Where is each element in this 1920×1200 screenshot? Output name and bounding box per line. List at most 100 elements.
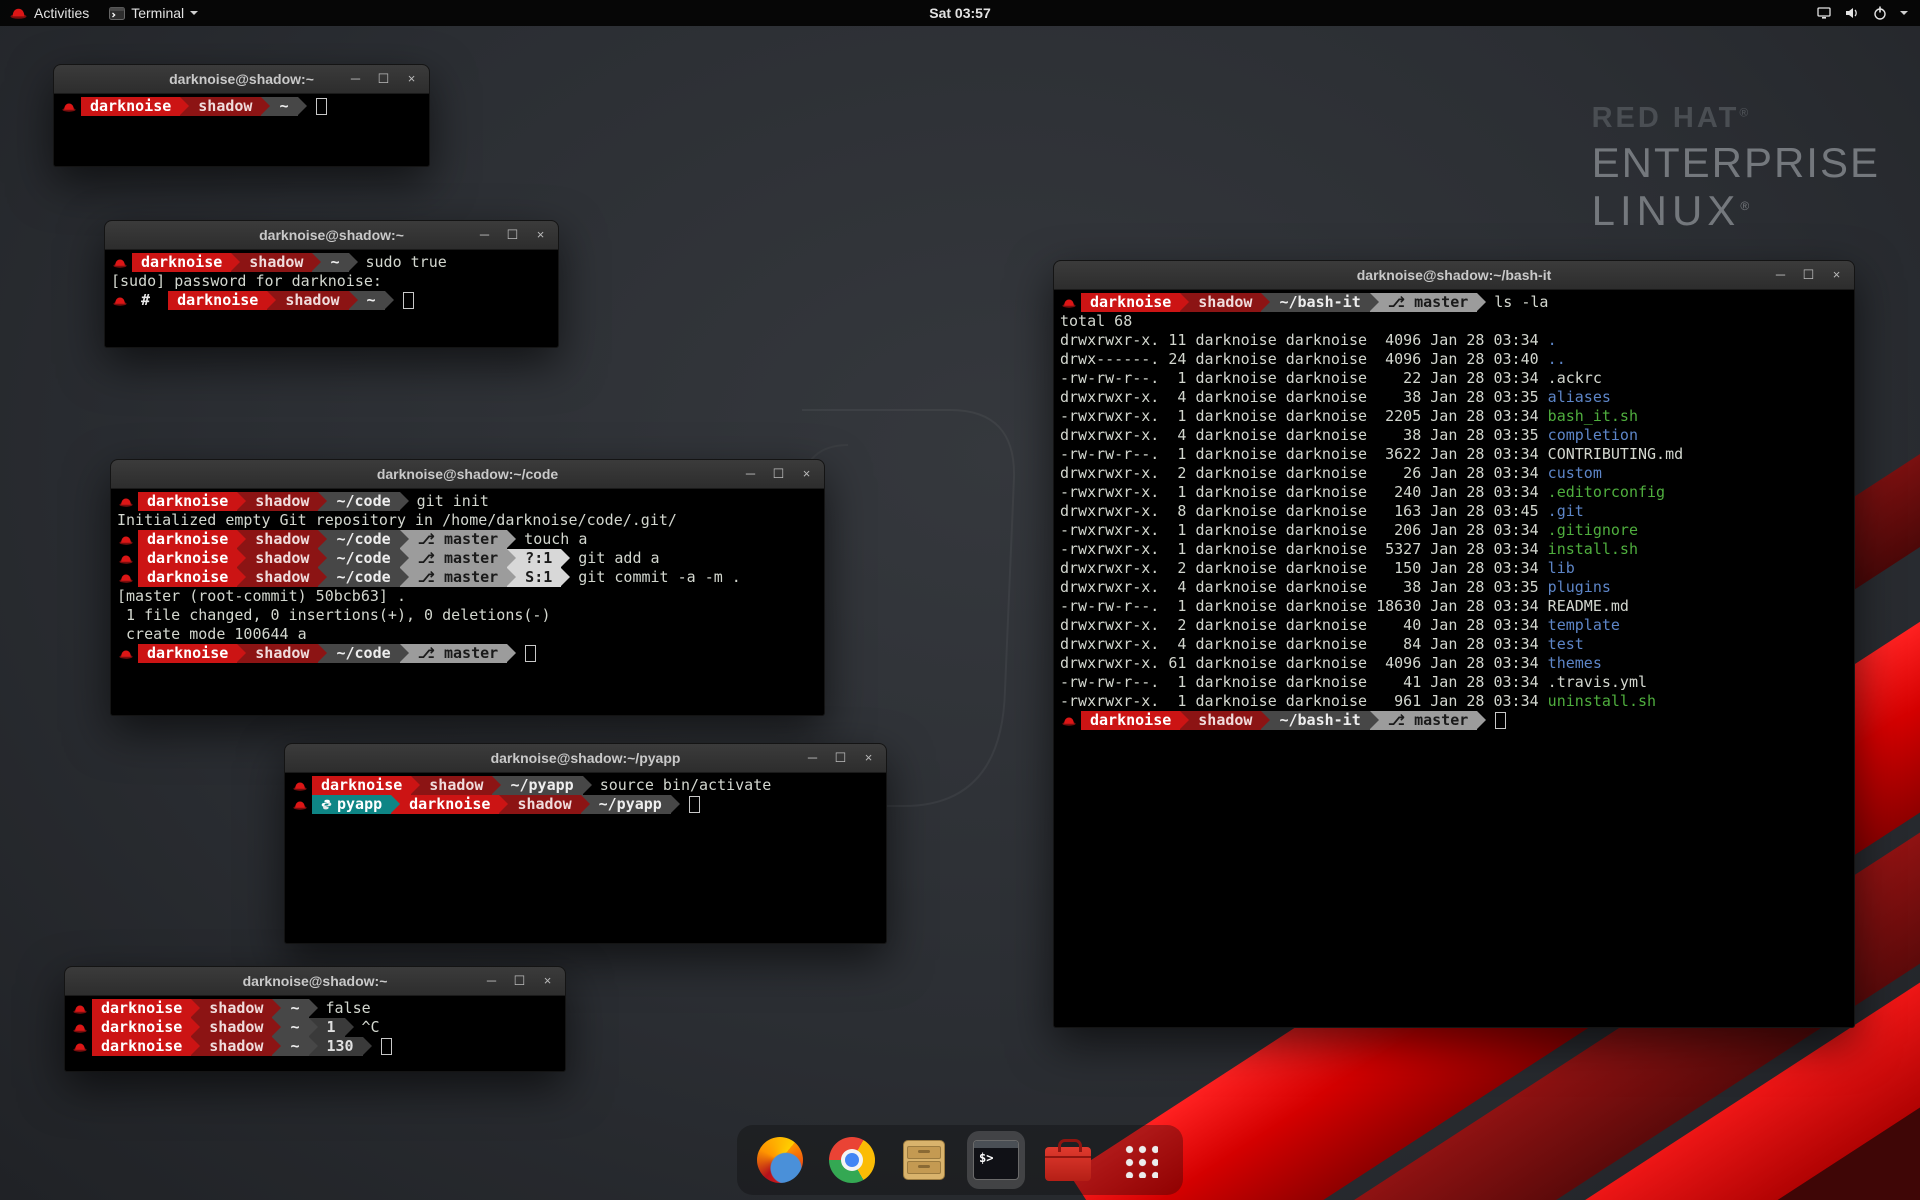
clock[interactable]: Sat 03:57 <box>929 5 990 21</box>
prompt-segment-user: darknoise <box>1081 711 1180 730</box>
titlebar[interactable]: darknoise@shadow:~/bash-it ─ ☐ × <box>1054 261 1854 290</box>
powerline-separator-icon <box>507 644 516 663</box>
minimize-button[interactable]: ─ <box>1774 261 1787 289</box>
powerline-separator-icon <box>400 530 409 549</box>
minimize-button[interactable]: ─ <box>806 744 819 772</box>
maximize-button[interactable]: ☐ <box>772 460 785 488</box>
powerline-separator-icon <box>671 795 680 814</box>
dock-item-app-grid[interactable] <box>1111 1131 1169 1189</box>
powerline-separator-icon <box>345 1018 354 1037</box>
powerline-separator-icon <box>400 644 409 663</box>
dock-item-terminal[interactable]: $> <box>967 1131 1025 1189</box>
terminal-content[interactable]: darknoiseshadow~falsedarknoiseshadow~1^C… <box>65 996 565 1071</box>
command-text: source bin/activate <box>592 776 772 795</box>
output-text: plugins <box>1548 578 1611 597</box>
maximize-button[interactable]: ☐ <box>834 744 847 772</box>
titlebar[interactable]: darknoise@shadow:~ ─ ☐ × <box>65 967 565 996</box>
minimize-button[interactable]: ─ <box>349 65 362 93</box>
prompt-segment-host: shadow <box>420 776 492 795</box>
prompt-segment-plain: # <box>132 291 168 310</box>
terminal-content[interactable]: darknoiseshadow~ <box>54 94 429 166</box>
output-text: .travis.yml <box>1548 673 1647 692</box>
redhat-prompt-icon <box>1062 298 1076 308</box>
redhat-prompt-icon <box>73 1004 87 1014</box>
terminal-window-code: darknoise@shadow:~/code ─ ☐ × darknoises… <box>110 459 825 716</box>
output-text: [master (root-commit) 50bcb63] . <box>117 587 406 606</box>
titlebar[interactable]: darknoise@shadow:~ ─ ☐ × <box>54 65 429 94</box>
prompt-segment-user: darknoise <box>132 253 231 272</box>
powerline-separator-icon <box>400 492 409 511</box>
powerline-separator-icon <box>309 999 318 1018</box>
output-text: drwxrwxr-x. 4 darknoise darknoise 38 Jan… <box>1060 578 1548 597</box>
terminal-line: # darknoiseshadow~ <box>111 291 552 310</box>
output-text: lib <box>1548 559 1575 578</box>
terminal-content[interactable]: darknoiseshadow~/pyappsource bin/activat… <box>285 773 886 943</box>
minimize-button[interactable]: ─ <box>485 967 498 995</box>
redhat-prompt-icon <box>73 1023 87 1033</box>
window-controls: ─ ☐ × <box>806 744 886 772</box>
powerline-separator-icon <box>1180 711 1189 730</box>
powerline-separator-icon <box>237 530 246 549</box>
system-status-area[interactable] <box>1816 5 1920 21</box>
close-button[interactable]: × <box>534 221 547 249</box>
window-controls: ─ ☐ × <box>744 460 824 488</box>
terminal-line: drwxrwxr-x. 2 darknoise darknoise 150 Ja… <box>1060 559 1848 578</box>
output-text: .git <box>1548 502 1584 521</box>
activities-button[interactable]: Activities <box>0 5 89 21</box>
powerline-separator-icon <box>231 253 240 272</box>
terminal-content[interactable]: darknoiseshadow~sudo true[sudo] password… <box>105 250 558 347</box>
dock-item-toolbox[interactable] <box>1039 1131 1097 1189</box>
maximize-button[interactable]: ☐ <box>1802 261 1815 289</box>
prompt-segment-venv: pyapp <box>312 795 391 814</box>
titlebar[interactable]: darknoise@shadow:~/pyapp ─ ☐ × <box>285 744 886 773</box>
output-text: uninstall.sh <box>1548 692 1656 711</box>
terminal-line: darknoiseshadow~/code⎇ masterS:1git comm… <box>117 568 818 587</box>
maximize-button[interactable]: ☐ <box>513 967 526 995</box>
terminal-line: darknoiseshadow~/pyappsource bin/activat… <box>291 776 880 795</box>
output-text: .editorconfig <box>1548 483 1665 502</box>
powerline-separator-icon <box>237 549 246 568</box>
titlebar[interactable]: darknoise@shadow:~/code ─ ☐ × <box>111 460 824 489</box>
powerline-separator-icon <box>191 1018 200 1037</box>
prompt-segment-path: ~/pyapp <box>590 795 671 814</box>
close-button[interactable]: × <box>541 967 554 995</box>
output-text: . <box>1548 331 1557 350</box>
output-text: drwxrwxr-x. 4 darknoise darknoise 38 Jan… <box>1060 388 1548 407</box>
output-text: drwxrwxr-x. 2 darknoise darknoise 150 Ja… <box>1060 559 1548 578</box>
powerline-separator-icon <box>318 530 327 549</box>
files-icon <box>903 1140 945 1180</box>
prompt-segment-exit: 1 <box>318 1018 345 1037</box>
dock-item-chrome[interactable] <box>823 1131 881 1189</box>
powerline-separator-icon <box>237 568 246 587</box>
app-menu-terminal[interactable]: Terminal <box>109 5 198 21</box>
close-button[interactable]: × <box>1830 261 1843 289</box>
dock-item-firefox[interactable] <box>751 1131 809 1189</box>
terminal-content[interactable]: darknoiseshadow~/bash-it⎇ masterls -lato… <box>1054 290 1854 1027</box>
terminal-line: darknoiseshadow~/bash-it⎇ masterls -la <box>1060 293 1848 312</box>
maximize-button[interactable]: ☐ <box>377 65 390 93</box>
activities-label: Activities <box>34 5 89 21</box>
close-button[interactable]: × <box>862 744 875 772</box>
minimize-button[interactable]: ─ <box>478 221 491 249</box>
prompt-segment-host: shadow <box>1189 293 1261 312</box>
output-text: create mode 100644 a <box>117 625 307 644</box>
redhat-prompt-icon <box>119 554 133 564</box>
minimize-button[interactable]: ─ <box>744 460 757 488</box>
close-button[interactable]: × <box>800 460 813 488</box>
dock-item-files[interactable] <box>895 1131 953 1189</box>
redhat-prompt-icon <box>119 535 133 545</box>
redhat-prompt-icon <box>119 497 133 507</box>
terminal-line: drwxrwxr-x. 61 darknoise darknoise 4096 … <box>1060 654 1848 673</box>
command-text: false <box>318 999 371 1018</box>
powerline-separator-icon <box>1370 293 1379 312</box>
powerline-separator-icon <box>507 530 516 549</box>
redhat-prompt-icon <box>1062 716 1076 726</box>
maximize-button[interactable]: ☐ <box>506 221 519 249</box>
powerline-separator-icon <box>561 549 570 568</box>
close-button[interactable]: × <box>405 65 418 93</box>
titlebar[interactable]: darknoise@shadow:~ ─ ☐ × <box>105 221 558 250</box>
terminal-content[interactable]: darknoiseshadow~/codegit initInitialized… <box>111 489 824 715</box>
output-text: themes <box>1548 654 1602 673</box>
python-icon <box>321 799 332 810</box>
terminal-line: darknoiseshadow~sudo true <box>111 253 552 272</box>
